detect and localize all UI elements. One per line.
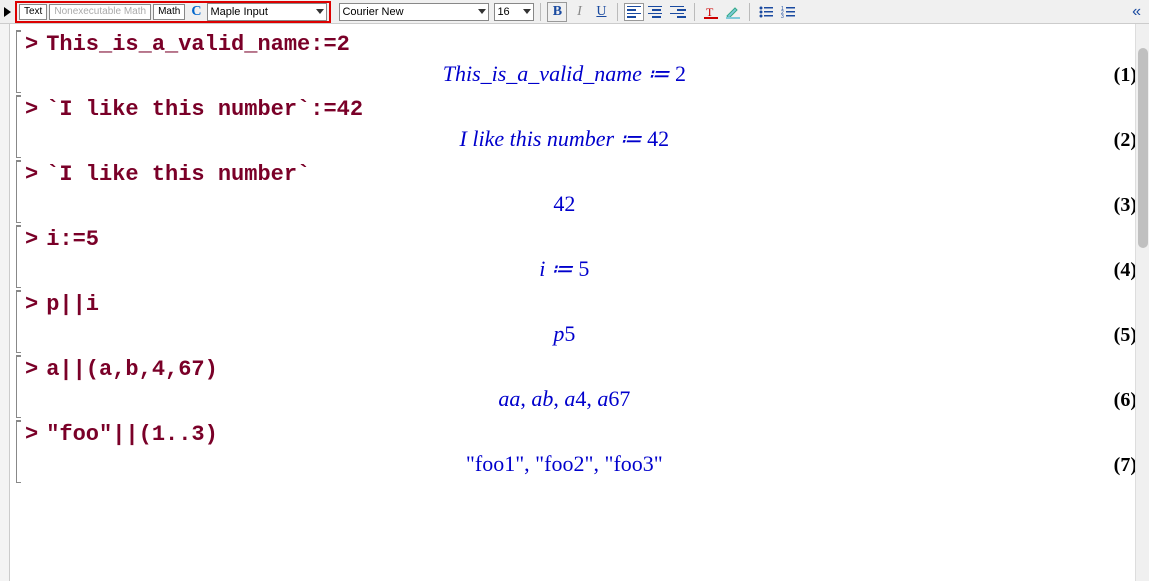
font-value: Courier New xyxy=(342,6,403,18)
execution-group: > "foo"||(1..3) "foo1", "foo2", "foo3" (7) xyxy=(16,420,1145,483)
prompt-icon: > xyxy=(25,97,38,122)
execution-group: >`I like this number`:=42I like this num… xyxy=(16,95,1145,158)
input-line[interactable]: > `I like this number` xyxy=(17,160,1145,189)
prompt-icon: > xyxy=(25,422,38,447)
scrollbar[interactable] xyxy=(1135,24,1149,581)
output-text: I like this number ≔ 42 xyxy=(25,126,1104,152)
output-text: p5 xyxy=(25,321,1104,347)
mode-style-group: Text Nonexecutable Math Math C Maple Inp… xyxy=(15,1,331,23)
input-text[interactable]: `I like this number`:=42 xyxy=(46,97,363,122)
output-line: i ≔ 5 (4) xyxy=(17,254,1145,288)
separator xyxy=(749,3,750,21)
equation-label[interactable]: (2) xyxy=(1114,129,1137,152)
font-color-button[interactable]: T xyxy=(701,2,721,22)
svg-text:3: 3 xyxy=(781,14,784,20)
text-mode-button[interactable]: Text xyxy=(19,4,47,20)
output-text: 42 xyxy=(25,191,1104,217)
nonexec-math-button[interactable]: Nonexecutable Math xyxy=(49,4,151,20)
input-text[interactable]: a||(a,b,4,67) xyxy=(46,357,218,382)
prompt-icon: > xyxy=(25,292,38,317)
bold-button[interactable]: B xyxy=(547,2,567,22)
underline-button[interactable]: U xyxy=(591,2,611,22)
execution-group: > `I like this number` 42 (3) xyxy=(16,160,1145,223)
chevron-down-icon xyxy=(478,9,486,14)
numbered-list-button[interactable]: 1 2 3 xyxy=(778,2,798,22)
output-line: I like this number ≔ 42 (2) xyxy=(17,124,1145,158)
input-line[interactable]: > a||(a,b,4,67) xyxy=(17,355,1145,384)
prompt-icon: > xyxy=(25,32,38,57)
align-center-button[interactable] xyxy=(646,3,666,21)
c-style-icon: C xyxy=(191,4,201,20)
chevron-down-icon xyxy=(316,9,324,14)
input-text[interactable]: `I like this number` xyxy=(46,162,310,187)
separator xyxy=(617,3,618,21)
gutter xyxy=(0,24,10,581)
scrollbar-thumb[interactable] xyxy=(1138,48,1148,248)
equation-label[interactable]: (6) xyxy=(1114,389,1137,412)
input-text[interactable]: This_is_a_valid_name:=2 xyxy=(46,32,350,57)
size-value: 16 xyxy=(497,6,509,18)
prompt-icon: > xyxy=(25,227,38,252)
font-family-select[interactable]: Courier New xyxy=(339,3,489,21)
equation-label[interactable]: (7) xyxy=(1114,454,1137,477)
collapse-toolbar-icon[interactable]: « xyxy=(1132,3,1141,21)
input-line[interactable]: > "foo"||(1..3) xyxy=(17,420,1145,449)
input-line[interactable]: > This_is_a_valid_name:=2 xyxy=(17,30,1145,59)
execution-group: >This_is_a_valid_name:=2This_is_a_valid_… xyxy=(16,30,1145,93)
font-size-select[interactable]: 16 xyxy=(494,3,534,21)
input-line[interactable]: > `I like this number`:=42 xyxy=(17,95,1145,124)
highlight-button[interactable] xyxy=(723,2,743,22)
math-mode-button[interactable]: Math xyxy=(153,4,185,20)
chevron-down-icon xyxy=(523,9,531,14)
execution-group: > a||(a,b,4,67) aa, ab, a4, a67 (6) xyxy=(16,355,1145,418)
output-line: p5 (5) xyxy=(17,319,1145,353)
toolbar: Text Nonexecutable Math Math C Maple Inp… xyxy=(0,0,1149,24)
output-text: This_is_a_valid_name ≔ 2 xyxy=(25,61,1104,87)
prompt-icon: > xyxy=(25,357,38,382)
input-text[interactable]: i:=5 xyxy=(46,227,99,252)
output-line: aa, ab, a4, a67 (6) xyxy=(17,384,1145,418)
align-left-button[interactable] xyxy=(624,3,644,21)
output-text: "foo1", "foo2", "foo3" xyxy=(25,451,1104,477)
equation-label[interactable]: (5) xyxy=(1114,324,1137,347)
worksheet: >This_is_a_valid_name:=2This_is_a_valid_… xyxy=(0,24,1149,581)
prompt-icon: > xyxy=(25,162,38,187)
input-text[interactable]: "foo"||(1..3) xyxy=(46,422,218,447)
output-line: This_is_a_valid_name ≔ 2 (1) xyxy=(17,59,1145,93)
input-text[interactable]: p||i xyxy=(46,292,99,317)
output-text: aa, ab, a4, a67 xyxy=(25,386,1104,412)
worksheet-content[interactable]: >This_is_a_valid_name:=2This_is_a_valid_… xyxy=(10,24,1149,581)
equation-label[interactable]: (4) xyxy=(1114,259,1137,282)
style-value: Maple Input xyxy=(210,6,267,18)
equation-label[interactable]: (1) xyxy=(1114,64,1137,87)
output-line: "foo1", "foo2", "foo3" (7) xyxy=(17,449,1145,483)
execution-group: > i:=5 i ≔ 5 (4) xyxy=(16,225,1145,288)
italic-button[interactable]: I xyxy=(569,2,589,22)
expand-arrow-icon[interactable] xyxy=(4,7,11,17)
align-right-button[interactable] xyxy=(668,3,688,21)
separator xyxy=(694,3,695,21)
svg-text:T: T xyxy=(706,5,714,19)
input-line[interactable]: > i:=5 xyxy=(17,225,1145,254)
paragraph-style-select[interactable]: Maple Input xyxy=(207,3,327,21)
output-line: 42 (3) xyxy=(17,189,1145,223)
output-text: i ≔ 5 xyxy=(25,256,1104,282)
separator xyxy=(540,3,541,21)
equation-label[interactable]: (3) xyxy=(1114,194,1137,217)
execution-group: > p||i p5 (5) xyxy=(16,290,1145,353)
bullet-list-button[interactable] xyxy=(756,2,776,22)
input-line[interactable]: > p||i xyxy=(17,290,1145,319)
